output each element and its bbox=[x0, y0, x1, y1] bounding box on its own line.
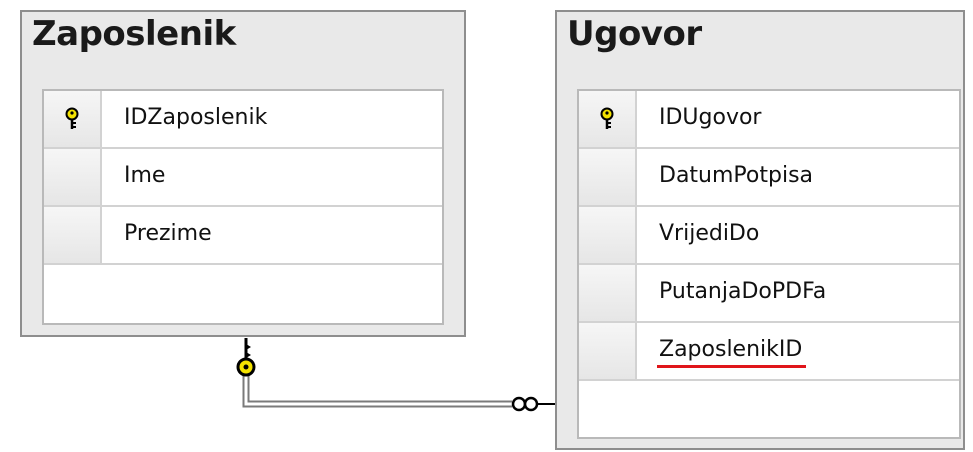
column-name: ZaposlenikID bbox=[659, 337, 803, 362]
column-name: IDZaposlenik bbox=[124, 105, 268, 130]
row-selector[interactable] bbox=[44, 207, 102, 263]
row-selector[interactable] bbox=[579, 265, 637, 321]
row-selector[interactable] bbox=[579, 91, 637, 147]
column-name: Prezime bbox=[124, 221, 212, 246]
row-selector[interactable] bbox=[579, 207, 637, 263]
table-ugovor[interactable]: Ugovor IDUgovor DatumPotpisa VrijediDo P… bbox=[555, 10, 965, 450]
row-selector[interactable] bbox=[44, 149, 102, 205]
column-row[interactable]: DatumPotpisa bbox=[579, 149, 959, 207]
column-row[interactable]: Ime bbox=[44, 149, 442, 207]
primary-key-icon bbox=[65, 107, 79, 129]
column-row[interactable]: PutanjaDoPDFa bbox=[579, 265, 959, 323]
column-name: IDUgovor bbox=[659, 105, 762, 130]
table-zaposlenik[interactable]: Zaposlenik IDZaposlenik Ime Prezime bbox=[20, 10, 466, 337]
column-name: PutanjaDoPDFa bbox=[659, 279, 827, 304]
row-selector[interactable] bbox=[579, 149, 637, 205]
column-row[interactable]: Prezime bbox=[44, 207, 442, 265]
column-grid-ugovor: IDUgovor DatumPotpisa VrijediDo PutanjaD… bbox=[577, 89, 961, 439]
column-name-with-spellcheck: ZaposlenikID bbox=[657, 337, 807, 368]
table-title-zaposlenik: Zaposlenik bbox=[32, 14, 236, 54]
column-row[interactable]: IDZaposlenik bbox=[44, 91, 442, 149]
column-row[interactable]: VrijediDo bbox=[579, 207, 959, 265]
row-selector[interactable] bbox=[44, 91, 102, 147]
column-name: Ime bbox=[124, 163, 166, 188]
table-title-ugovor: Ugovor bbox=[567, 14, 702, 54]
row-selector[interactable] bbox=[579, 323, 637, 379]
column-name: DatumPotpisa bbox=[659, 163, 814, 188]
relationship-key-icon bbox=[236, 338, 256, 377]
column-row[interactable]: ZaposlenikID bbox=[579, 323, 959, 381]
spellcheck-underline bbox=[657, 365, 807, 368]
column-row[interactable]: IDUgovor bbox=[579, 91, 959, 149]
column-grid-zaposlenik: IDZaposlenik Ime Prezime bbox=[42, 89, 444, 325]
column-name: VrijediDo bbox=[659, 221, 760, 246]
relationship-infinity-icon bbox=[511, 396, 556, 412]
primary-key-icon bbox=[600, 107, 614, 129]
